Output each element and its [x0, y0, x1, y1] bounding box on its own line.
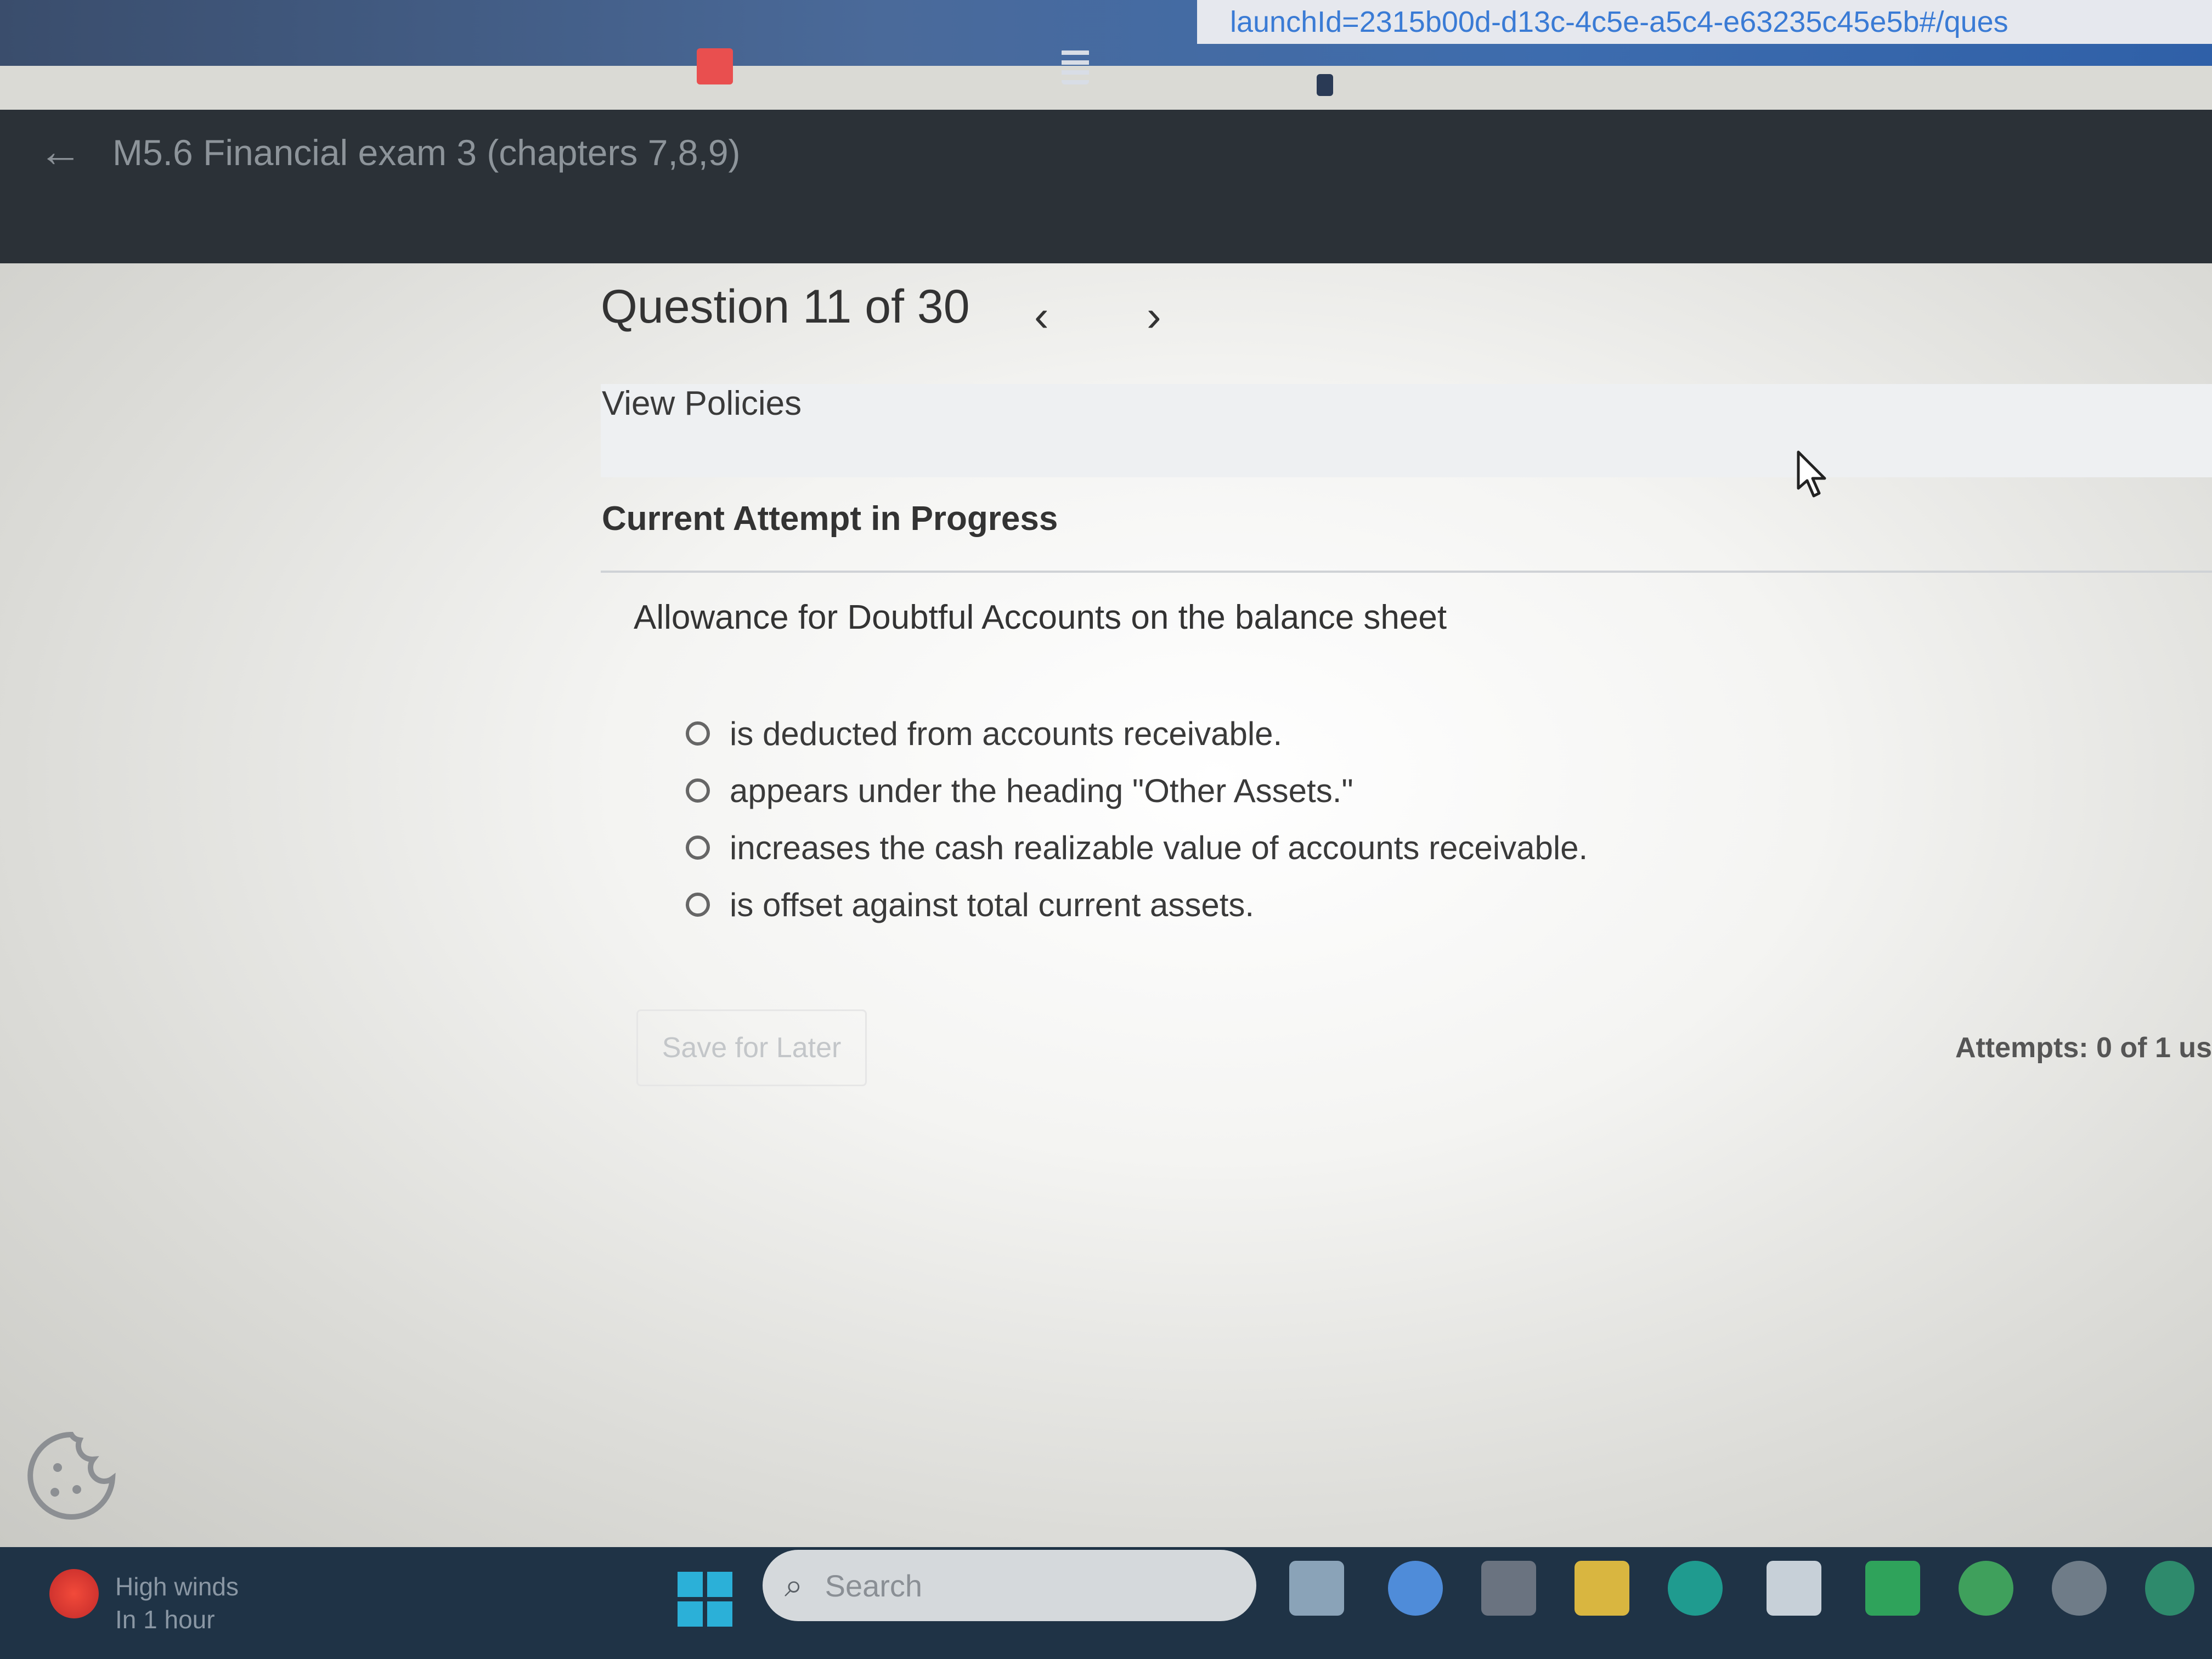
app-tab-icon[interactable]	[697, 48, 733, 84]
divider	[601, 571, 2212, 573]
edge-browser-icon[interactable]	[1668, 1561, 1723, 1616]
answer-option[interactable]: appears under the heading "Other Assets.…	[686, 762, 1588, 819]
mouse-pointer-icon	[1797, 450, 1826, 498]
answer-option[interactable]: is offset against total current assets.	[686, 876, 1588, 933]
bookmark-icon[interactable]	[1317, 74, 1333, 96]
view-policies-link[interactable]: View Policies	[602, 384, 802, 423]
policies-bar	[601, 384, 2212, 477]
weather-line2: In 1 hour	[115, 1605, 215, 1634]
task-view-icon[interactable]	[1289, 1561, 1344, 1616]
search-icon: ⌕	[785, 1567, 803, 1604]
attempts-counter: Attempts: 0 of 1 us	[1955, 1032, 2212, 1064]
radio-button[interactable]	[686, 893, 710, 917]
search-placeholder: Search	[825, 1568, 923, 1603]
settings-gear-icon[interactable]	[2052, 1561, 2107, 1616]
taskbar-search-input[interactable]: ⌕ Search	[763, 1550, 1256, 1621]
address-bar[interactable]: launchId=2315b00d-d13c-4c5e-a5c4-e63235c…	[1197, 0, 2212, 44]
chevron-left-icon[interactable]: ‹	[1034, 291, 1049, 341]
attempt-status-title: Current Attempt in Progress	[602, 500, 1058, 538]
app-icon[interactable]	[1481, 1561, 1536, 1616]
file-explorer-icon[interactable]	[1575, 1561, 1629, 1616]
question-counter: Question 11 of 30	[601, 280, 970, 333]
cookie-icon[interactable]	[22, 1426, 121, 1525]
weather-line1: High winds	[115, 1572, 239, 1601]
radio-button[interactable]	[686, 836, 710, 860]
answer-options: is deducted from accounts receivable. ap…	[686, 705, 1588, 933]
answer-option-label: increases the cash realizable value of a…	[730, 829, 1588, 866]
copilot-icon[interactable]	[1388, 1561, 1443, 1616]
weather-alert-icon[interactable]	[49, 1569, 99, 1618]
exam-title: M5.6 Financial exam 3 (chapters 7,8,9)	[112, 132, 741, 173]
microsoft-store-icon[interactable]	[1767, 1561, 1821, 1616]
app-icon-green[interactable]	[2145, 1561, 2194, 1616]
menu-icon[interactable]	[1062, 48, 1089, 84]
chevron-right-icon[interactable]: ›	[1147, 291, 1161, 341]
spreadsheet-app-icon[interactable]	[1865, 1561, 1920, 1616]
answer-option-label: appears under the heading "Other Assets.…	[730, 772, 1353, 809]
answer-option[interactable]: is deducted from accounts receivable.	[686, 705, 1588, 762]
answer-option-label: is offset against total current assets.	[730, 886, 1255, 923]
chrome-icon[interactable]	[1959, 1561, 2013, 1616]
weather-widget[interactable]: High winds In 1 hour	[115, 1570, 239, 1636]
answer-option[interactable]: increases the cash realizable value of a…	[686, 819, 1588, 876]
windows-start-icon[interactable]	[678, 1572, 732, 1627]
radio-button[interactable]	[686, 778, 710, 803]
save-for-later-button[interactable]: Save for Later	[636, 1009, 867, 1086]
question-text: Allowance for Doubtful Accounts on the b…	[634, 599, 1447, 636]
radio-button[interactable]	[686, 721, 710, 746]
answer-option-label: is deducted from accounts receivable.	[730, 715, 1283, 752]
back-arrow-icon[interactable]: ←	[38, 126, 82, 177]
